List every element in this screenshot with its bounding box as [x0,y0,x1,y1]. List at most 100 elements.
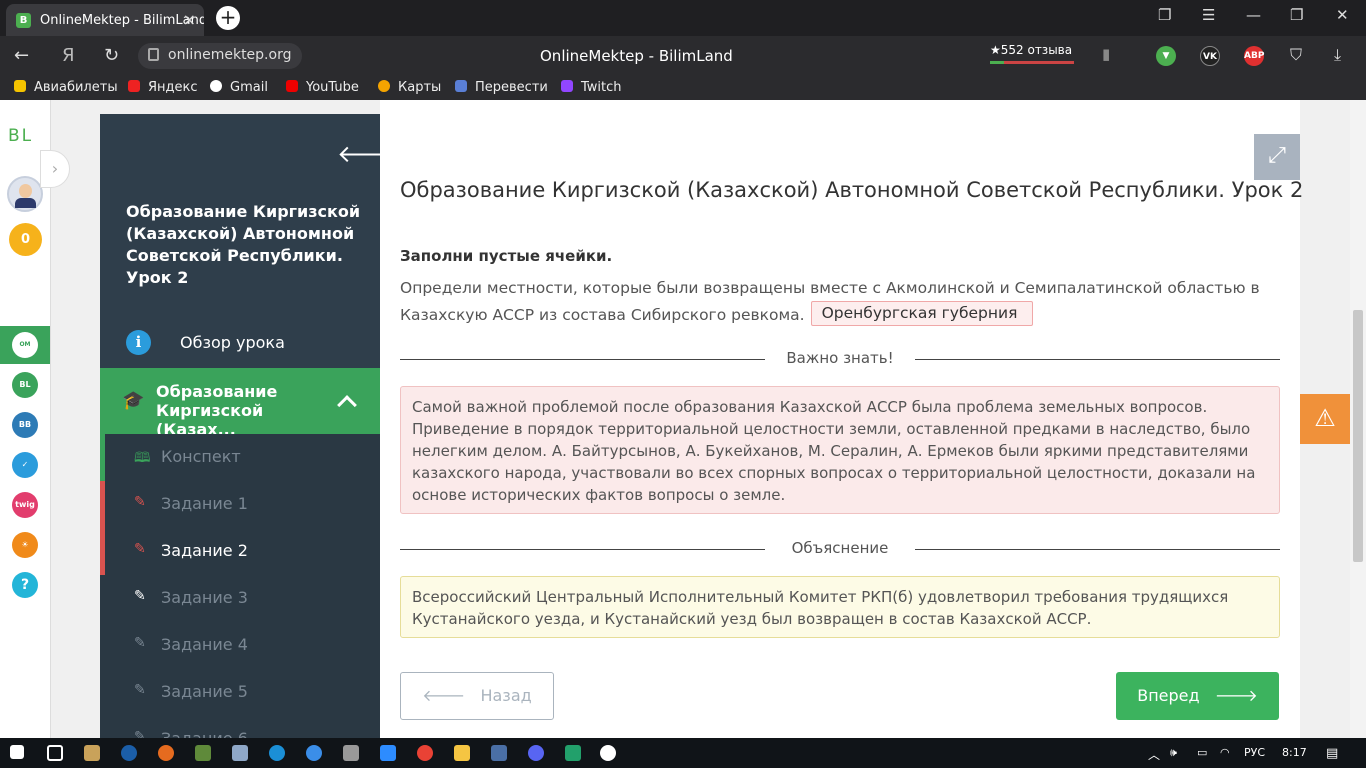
gamepad-icon[interactable] [343,745,359,761]
coins-badge[interactable]: 0 [9,223,42,256]
progress-mark [100,528,105,575]
maximize-icon[interactable]: ❐ [1290,6,1303,24]
tray-expand-icon[interactable]: ︿ [1148,746,1160,763]
sidebar-item-task-4[interactable]: ✎ Задание 4 [100,622,380,669]
sidebar-item-label: Задание 1 [161,494,248,513]
shield-icon[interactable]: ⛉ [1290,45,1302,65]
sidebar-item-label: Задание 2 [161,541,248,560]
back-button[interactable]: 🡐 Назад [400,672,554,720]
rail-expand-button[interactable]: › [40,150,70,188]
menu-icon[interactable]: ☰ [1202,6,1215,24]
clock[interactable]: 8:17 [1282,746,1307,759]
steam-icon[interactable] [121,745,137,761]
info-icon: i [126,330,151,355]
network-icon[interactable] [306,745,322,761]
rating-bar [990,61,1074,64]
download-icon[interactable]: ▼ [1156,46,1176,66]
downloads-icon[interactable]: ⤓ [1334,45,1341,65]
notepad-icon[interactable] [232,745,248,761]
test-icon[interactable]: ✓ [12,452,38,478]
reload-icon[interactable]: ↻ [104,45,119,66]
sidebar-item-task-3[interactable]: ✎ Задание 3 [100,575,380,622]
course-title: Образование Киргизской (Казахской) Автон… [126,202,361,287]
windows-taskbar: ︿ 🕪 ▭ ◠ РУС 8:17 ▤ [0,738,1366,768]
lesson-sidebar: 🡐 Образование Киргизской (Казахской) Авт… [100,114,380,738]
close-tab-icon[interactable]: × [183,10,196,29]
task-view-icon[interactable] [47,745,63,761]
bilimland-logo[interactable]: BL [8,126,33,146]
scrollbar[interactable] [1350,100,1366,738]
minecraft-icon[interactable] [195,745,211,761]
arrow-right-icon: 🡒 [1199,686,1258,705]
help-icon[interactable]: ? [12,572,38,598]
sidebar-item-task-1[interactable]: ✎ Задание 1 [100,481,380,528]
zoom-icon[interactable] [380,745,396,761]
youtube-icon [286,80,298,92]
imektep-icon[interactable]: ☀ [12,532,38,558]
google-icon [210,80,222,92]
browser-tab-bar: B OnlineMektep - BilimLand × + ❐ ☰ — ❐ ✕ [0,0,1366,36]
discord-icon[interactable] [528,745,544,761]
reviews-badge[interactable]: ★552 отзыва [990,43,1072,57]
lesson-row[interactable]: 🎓 Образование Киргизской (Казах... [100,368,380,439]
tabs-overview-icon[interactable]: ❐ [1158,6,1171,24]
arrow-left-icon: 🡐 [422,686,481,705]
yandex-icon[interactable]: Я [62,45,75,66]
edge-icon[interactable] [269,745,285,761]
avatar[interactable] [7,176,43,212]
menu-overview[interactable]: i Обзор урока [100,318,380,368]
bookmark-yandex[interactable]: Яндекс [128,80,198,95]
close-window-icon[interactable]: ✕ [1336,6,1349,24]
browser-tab[interactable]: B OnlineMektep - BilimLand × [6,4,204,36]
fullscreen-icon[interactable]: ⤢ [1254,134,1300,180]
language-indicator[interactable]: РУС [1244,746,1265,759]
menu-overview-label: Обзор урока [180,333,285,352]
bookmark-icon[interactable]: ▮ [1102,45,1110,63]
whatsapp-icon[interactable] [565,745,581,761]
chevron-up-icon[interactable] [337,395,357,415]
minimize-icon[interactable]: — [1246,6,1261,24]
battery-icon[interactable]: ▭ [1197,746,1207,759]
explain-divider: Объяснение [400,539,1280,559]
twig-icon[interactable]: twig [12,492,38,518]
calculator-icon[interactable] [491,745,507,761]
bookmark-maps[interactable]: Карты [378,80,441,95]
sidebar-item-task-6[interactable]: ✎ Задание 6 [100,716,380,738]
windows-start-icon[interactable] [10,745,24,759]
bilimbook-icon[interactable]: BB [12,412,38,438]
bookmark-aviabilety[interactable]: Авиабилеты [14,80,118,95]
url-field[interactable]: onlinemektep.org [138,43,302,69]
sidebar-item-label: Конспект [161,447,241,466]
origin-icon[interactable] [158,745,174,761]
bookmark-youtube[interactable]: YouTube [286,80,359,95]
scroll-thumb[interactable] [1353,310,1363,562]
adblock-icon[interactable]: ABP [1244,46,1264,66]
back-arrow-icon[interactable]: 🡐 [337,139,380,168]
avatar-body-icon [15,198,36,208]
yandex-browser-icon[interactable] [600,745,616,761]
sidebar-item-task-2[interactable]: ✎ Задание 2 [100,528,380,575]
bookmark-gmail[interactable]: Gmail [210,80,268,95]
bookmarks-bar: Авиабилеты Яндекс Gmail YouTube Карты Пе… [0,76,1366,100]
chrome-icon[interactable] [417,745,433,761]
bilimland-icon[interactable]: BL [12,372,38,398]
wifi-icon[interactable]: ◠ [1220,746,1230,759]
vk-icon[interactable]: VK [1200,46,1220,66]
next-button[interactable]: Вперед 🡒 [1116,672,1279,720]
volume-icon[interactable]: 🕪 [1170,746,1177,760]
bookmark-twitch[interactable]: Twitch [561,80,622,95]
explorer-icon[interactable] [454,745,470,761]
notifications-icon[interactable]: ▤ [1326,746,1338,761]
answer-field[interactable]: Оренбургская губерния [810,301,1033,326]
important-label: Важно знать! [786,349,894,367]
bookmark-translate[interactable]: Перевести [455,80,548,95]
back-icon[interactable]: ← [14,45,29,66]
sidebar-item-task-5[interactable]: ✎ Задание 5 [100,669,380,716]
onlinemektep-icon[interactable]: OM [12,332,38,358]
new-tab-button[interactable]: + [216,6,240,30]
progress-mark [100,481,105,528]
sidebar-item-konspekt[interactable]: 🕮 Конспект [100,434,380,481]
app-icon[interactable] [84,745,100,761]
avatar-head-icon [19,184,32,198]
warning-icon[interactable]: ⚠ [1300,394,1350,444]
